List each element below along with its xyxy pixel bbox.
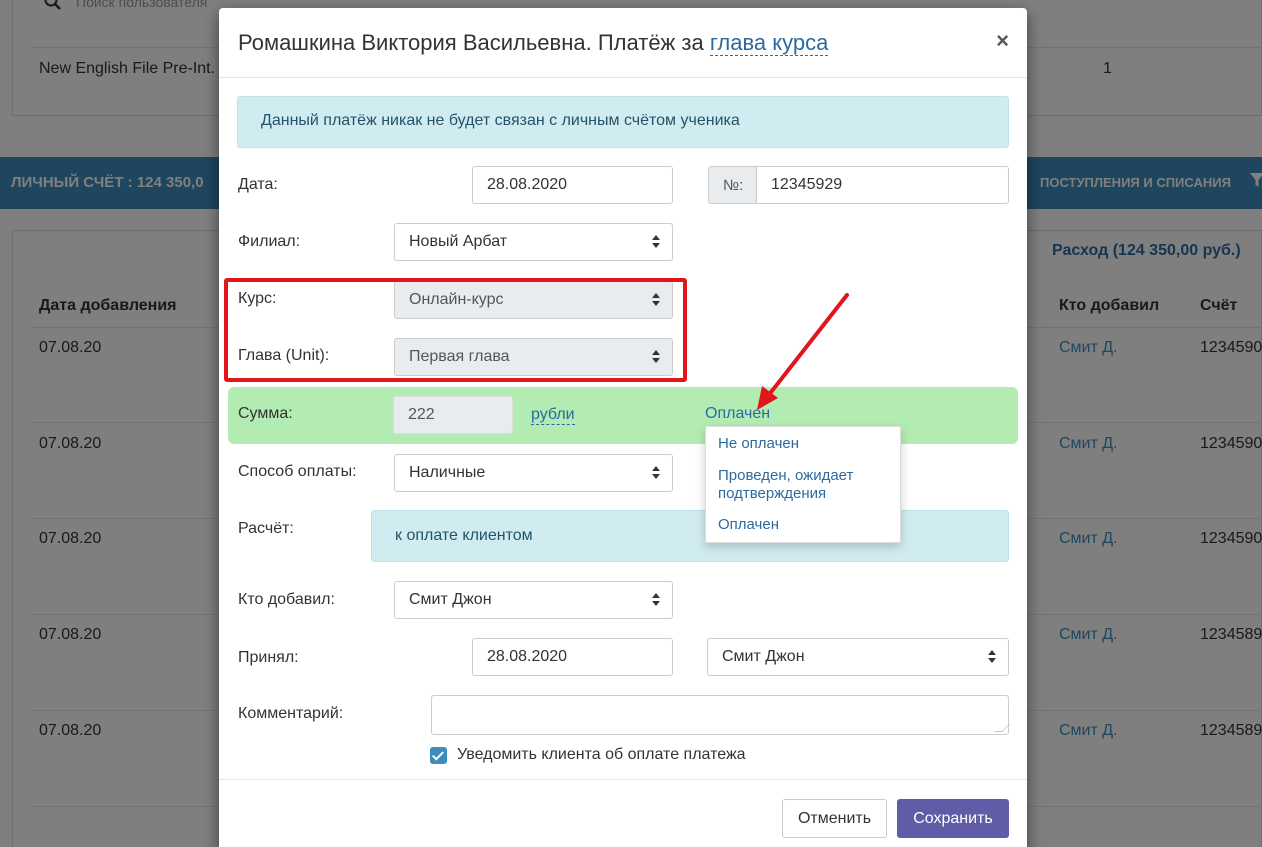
payment-type-link[interactable]: глава курса [709, 30, 829, 56]
modal-title-text: Ромашкина Виктория Васильевна. Платёж за [238, 30, 710, 55]
notify-checkbox[interactable] [430, 747, 447, 764]
cancel-button[interactable]: Отменить [782, 799, 887, 838]
status-dropdown: Не оплачен Проведен, ожидает подтвержден… [705, 426, 901, 543]
footer-divider [219, 779, 1027, 780]
status-link[interactable]: Оплачен [705, 405, 770, 423]
payment-method-label: Способ оплаты: [238, 463, 357, 480]
select-arrows-icon [652, 466, 660, 480]
status-option-unpaid[interactable]: Не оплачен [718, 435, 799, 453]
date-input[interactable]: 28.08.2020 [472, 166, 673, 204]
date-label: Дата: [238, 176, 278, 193]
status-option-paid[interactable]: Оплачен [718, 516, 779, 534]
sum-input[interactable]: 222 [393, 396, 513, 434]
payment-method-select[interactable]: Наличные [394, 454, 673, 492]
currency-link[interactable]: рубли [531, 406, 575, 425]
branch-select[interactable]: Новый Арбат [394, 223, 673, 261]
number-input[interactable]: 12345929 [756, 166, 1009, 204]
calc-label: Расчёт: [238, 520, 294, 537]
branch-value: Новый Арбат [409, 233, 508, 250]
accepted-by-select[interactable]: Смит Джон [707, 638, 1009, 676]
select-arrows-icon [652, 235, 660, 249]
payment-modal: Ромашкина Виктория Васильевна. Платёж за… [219, 8, 1027, 847]
accepted-by-value: Смит Джон [722, 648, 805, 665]
resize-handle-icon[interactable] [994, 724, 1010, 732]
accepted-date-input[interactable]: 28.08.2020 [472, 638, 673, 676]
payment-method-value: Наличные [409, 464, 486, 481]
modal-header: Ромашкина Виктория Васильевна. Платёж за… [219, 8, 1027, 78]
calc-value: к оплате клиентом [371, 510, 1009, 562]
accepted-label: Принял: [238, 649, 299, 666]
highlight-box [224, 278, 687, 382]
added-by-value: Смит Джон [409, 591, 492, 608]
select-arrows-icon [652, 593, 660, 607]
status-option-pending[interactable]: Проведен, ожидает подтверждения [718, 467, 888, 503]
sum-label: Сумма: [238, 405, 293, 422]
added-by-label: Кто добавил: [238, 591, 335, 608]
comment-textarea[interactable] [431, 695, 1010, 735]
number-addon: №: [708, 166, 756, 204]
save-button[interactable]: Сохранить [897, 799, 1009, 838]
close-icon[interactable]: × [996, 28, 1009, 54]
info-alert: Данный платёж никак не будет связан с ли… [237, 96, 1009, 148]
branch-label: Филиал: [238, 233, 301, 250]
comment-label: Комментарий: [238, 705, 344, 722]
notify-label[interactable]: Уведомить клиента об оплате платежа [457, 746, 746, 764]
modal-title: Ромашкина Виктория Васильевна. Платёж за… [238, 30, 829, 56]
added-by-select[interactable]: Смит Джон [394, 581, 673, 619]
select-arrows-icon [988, 650, 996, 664]
